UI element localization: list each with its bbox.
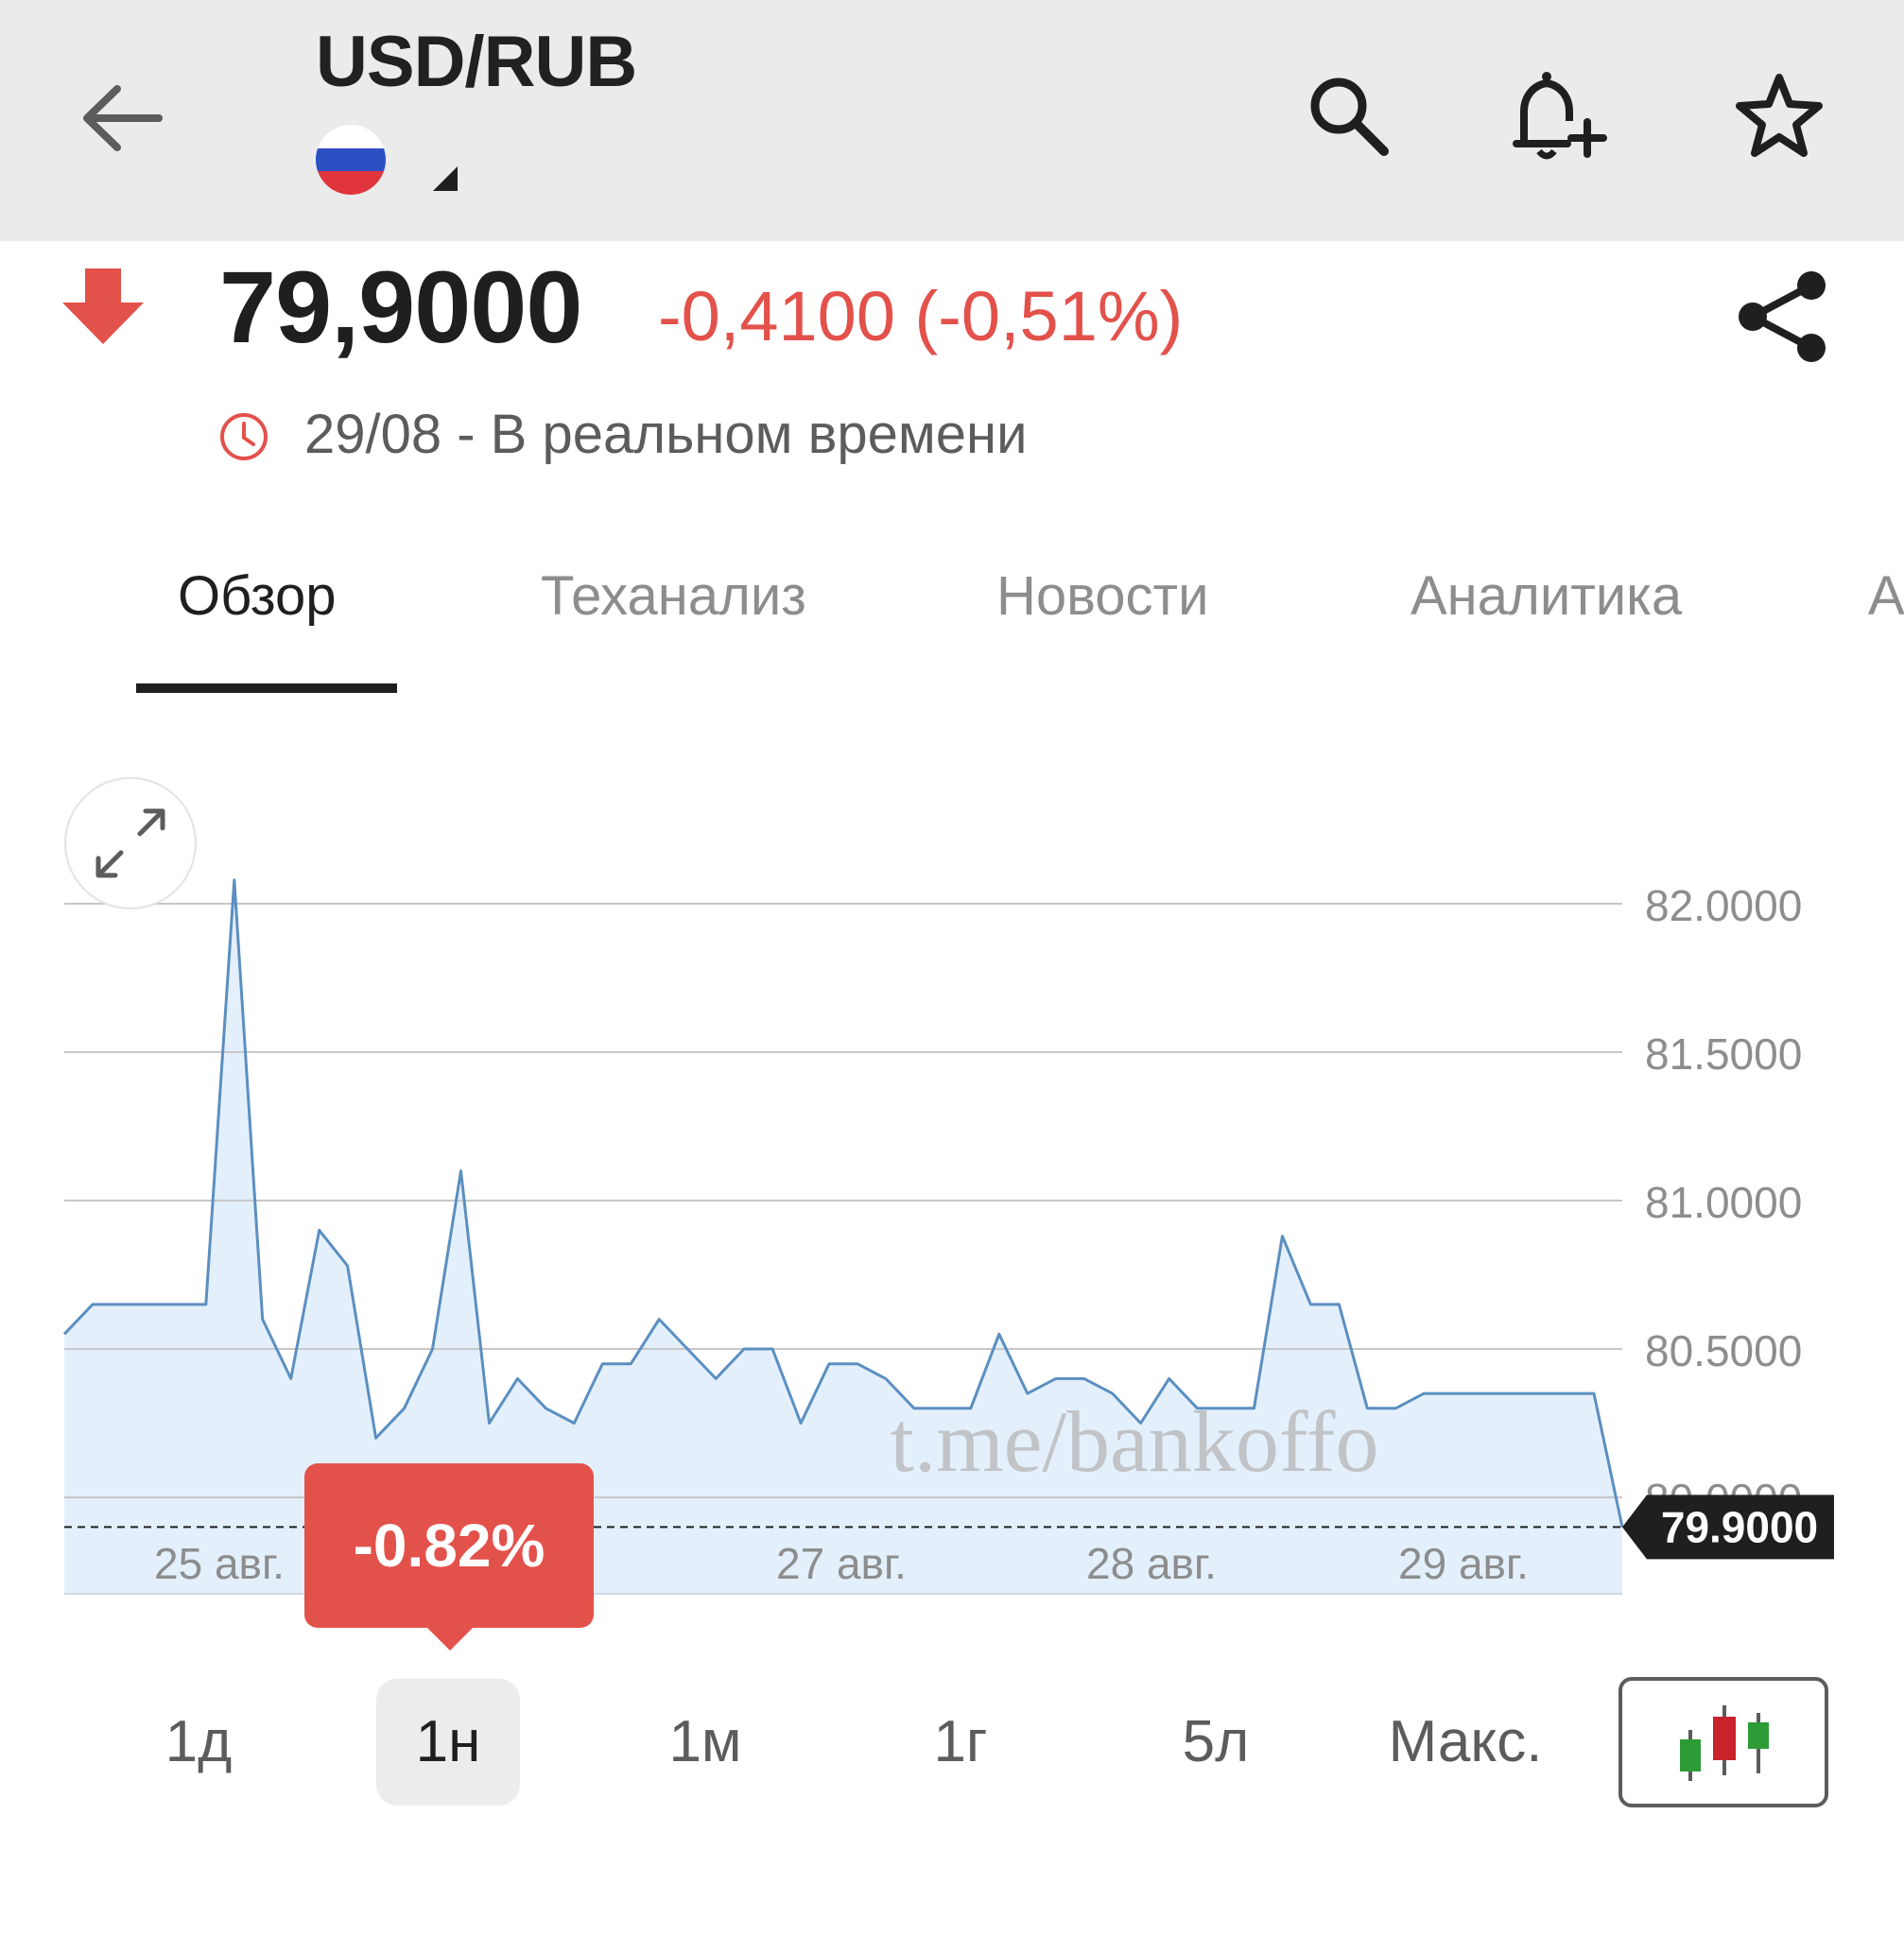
y-tick-label: 81.0000 xyxy=(1645,1178,1802,1227)
y-tick-label: 80.5000 xyxy=(1645,1326,1802,1375)
back-button[interactable] xyxy=(76,76,170,161)
period-1w-button[interactable]: 1н xyxy=(376,1679,520,1806)
price-chart[interactable]: 82.000081.500081.000080.500080.000025 ав… xyxy=(0,756,1904,1664)
tooltip-pointer xyxy=(424,1624,476,1651)
clock-icon xyxy=(220,413,268,460)
expand-chart-button[interactable] xyxy=(64,777,197,909)
add-alert-button[interactable] xyxy=(1511,68,1607,163)
price-change: -0,4100 (-0,51%) xyxy=(658,277,1184,355)
x-tick-label: 29 авг. xyxy=(1398,1539,1529,1588)
candlestick-chart-icon xyxy=(1680,1705,1769,1781)
period-1y-button[interactable]: 1г xyxy=(894,1679,1027,1806)
tab-analytics[interactable]: Аналитика xyxy=(1411,564,1682,628)
russia-flag-icon[interactable] xyxy=(316,125,386,195)
expand-arrows-icon xyxy=(95,808,165,878)
period-5y-button[interactable]: 5л xyxy=(1150,1679,1282,1806)
chart-type-button[interactable] xyxy=(1618,1677,1828,1807)
chart-area-fill xyxy=(64,879,1622,1594)
x-tick-label: 28 авг. xyxy=(1086,1539,1217,1588)
last-price-label: 79.9000 xyxy=(1661,1502,1818,1551)
period-1d-button[interactable]: 1д xyxy=(132,1679,265,1806)
y-tick-label: 81.5000 xyxy=(1645,1029,1802,1079)
tab-technical[interactable]: Теханализ xyxy=(541,564,806,628)
current-price: 79,9000 xyxy=(219,250,582,364)
x-tick-label: 27 авг. xyxy=(776,1539,907,1588)
share-button[interactable] xyxy=(1730,265,1834,369)
tab-news[interactable]: Новости xyxy=(996,564,1209,628)
arrow-left-icon xyxy=(83,85,163,151)
app-bar: USD/RUB xyxy=(0,0,1904,241)
search-button[interactable] xyxy=(1301,68,1395,163)
down-arrow-icon xyxy=(62,268,144,344)
share-icon xyxy=(1739,271,1826,362)
y-tick-label: 82.0000 xyxy=(1645,881,1802,930)
instrument-title: USD/RUB xyxy=(316,22,637,102)
favorite-star-icon xyxy=(1736,74,1823,157)
x-tick-label: 25 авг. xyxy=(154,1539,285,1588)
search-icon xyxy=(1310,78,1389,156)
dropdown-caret-icon[interactable] xyxy=(431,164,459,193)
realtime-timestamp: 29/08 - В реальном времени xyxy=(304,404,1028,465)
active-tab-indicator xyxy=(136,683,397,693)
add-alert-bell-icon xyxy=(1513,72,1607,160)
period-max-button[interactable]: Макс. xyxy=(1371,1679,1560,1806)
period-change-tooltip: -0.82% xyxy=(304,1463,594,1628)
tab-more[interactable]: А xyxy=(1868,564,1904,628)
watermark-text: t.me/bankoffo xyxy=(891,1393,1379,1490)
period-1m-button[interactable]: 1м xyxy=(639,1679,771,1806)
tab-overview[interactable]: Обзор xyxy=(178,564,337,628)
favorite-button[interactable] xyxy=(1732,68,1826,163)
